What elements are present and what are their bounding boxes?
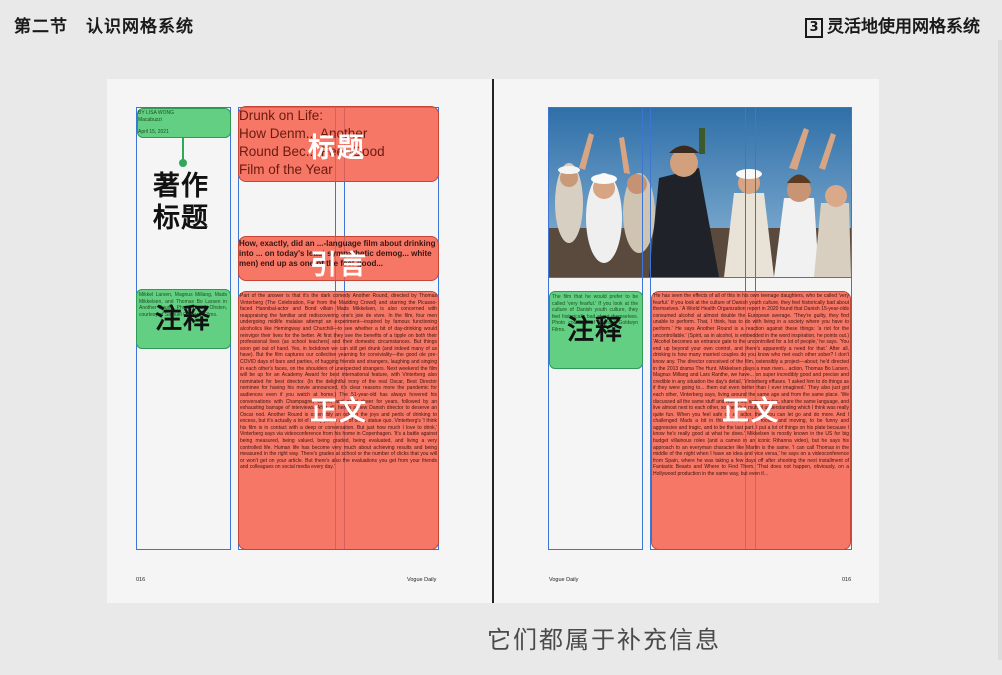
author-meta: BY LISA WONG Macabuzzi April 15, 2021 [138, 110, 174, 136]
magazine-name: Vogue Daily [549, 577, 579, 583]
magazine-name: Vogue Daily [407, 577, 437, 583]
author-title-label-line: 标题 [153, 203, 209, 234]
section-title: 认识网格系统 [86, 17, 194, 37]
author-date: April 15, 2021 [138, 129, 169, 135]
body-label: 正文 [722, 396, 780, 427]
author-byline: BY LISA WONG [138, 110, 175, 116]
video-subtitle: 它们都属于补充信息 [487, 626, 721, 654]
chapter-heading: 3 灵活地使用网格系统 [805, 12, 980, 38]
scrollbar[interactable] [998, 40, 1002, 660]
grid-image-frame [548, 107, 852, 278]
note-label: 注释 [567, 315, 623, 346]
quote-label: 引言 [310, 250, 368, 281]
magazine-page-left: BY LISA WONG Macabuzzi April 15, 2021 著作… [107, 79, 493, 603]
note-label: 注释 [155, 304, 211, 335]
section-number: 第二节 [14, 17, 68, 37]
section-heading: 第二节 认识网格系统 [14, 12, 194, 37]
author-source: Macabuzzi [138, 116, 162, 123]
page-number: 016 [842, 577, 852, 583]
body-label: 正文 [310, 396, 368, 427]
magazine-page-right: The film that he would prefer to be call… [494, 79, 879, 603]
author-title-label-line: 著作 [153, 171, 209, 202]
chapter-title: 灵活地使用网格系统 [827, 17, 980, 37]
callout-dot [179, 159, 187, 167]
author-title-label: 著作 标题 [153, 171, 209, 235]
page-number: 016 [136, 577, 146, 583]
title-label: 标题 [308, 133, 366, 164]
chapter-number: 3 [805, 18, 823, 38]
article-title-line: Drunk on Life: [239, 108, 324, 123]
